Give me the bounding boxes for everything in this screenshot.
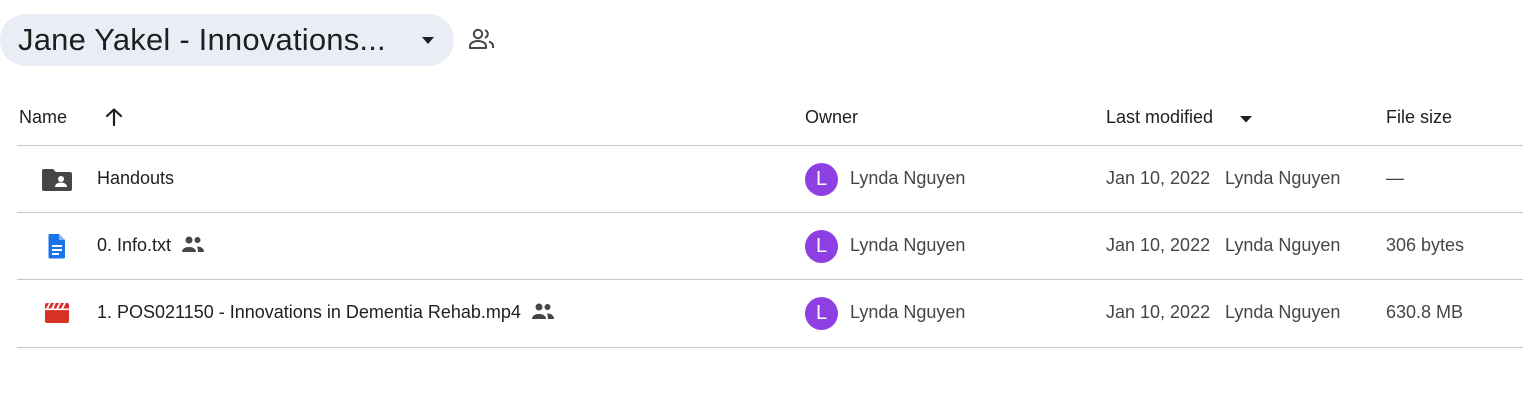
shared-people-icon <box>531 303 554 319</box>
file-name: Handouts <box>97 168 175 188</box>
file-name-wrapper: 1. POS021150 - Innovations in Dementia R… <box>97 302 555 323</box>
modified-by: Lynda Nguyen <box>1225 302 1341 322</box>
file-size: — <box>1386 168 1404 188</box>
file-name: 0. Info.txt <box>97 235 172 255</box>
shared-people-icon <box>182 236 205 252</box>
column-header-last-modified[interactable]: Last modified <box>1106 107 1213 128</box>
avatar: L <box>805 297 838 330</box>
video-icon <box>45 302 69 323</box>
column-header-name[interactable]: Name <box>19 107 67 128</box>
column-header-owner[interactable]: Owner <box>805 107 858 128</box>
file-name: 1. POS021150 - Innovations in Dementia R… <box>97 302 521 322</box>
document-icon <box>48 234 65 259</box>
arrow-up-icon[interactable] <box>103 106 125 128</box>
modified-date: Jan 10, 2022 <box>1106 168 1211 188</box>
avatar: L <box>805 230 838 263</box>
shared-folder-icon <box>42 169 72 191</box>
arrow-drop-down-icon <box>422 37 434 44</box>
arrow-drop-down-icon[interactable] <box>1238 114 1254 124</box>
file-row-handouts[interactable]: Handouts L Lynda Nguyen Jan 10, 2022 Lyn… <box>17 146 1523 212</box>
file-name-wrapper: 0. Info.txt <box>97 235 205 256</box>
modified-by: Lynda Nguyen <box>1225 235 1341 255</box>
avatar: L <box>805 163 838 196</box>
modified-by: Lynda Nguyen <box>1225 168 1341 188</box>
file-size: 630.8 MB <box>1386 302 1464 322</box>
owner-name: Lynda Nguyen <box>850 235 966 255</box>
folder-title: Jane Yakel - Innovations... <box>18 22 386 57</box>
people-outline-icon[interactable] <box>468 27 496 51</box>
file-row-info-txt[interactable]: 0. Info.txt L Lynda Nguyen Jan 10, 2022 … <box>17 213 1523 279</box>
modified-date: Jan 10, 2022 <box>1106 235 1211 255</box>
file-size: 306 bytes <box>1386 235 1465 255</box>
row-divider <box>17 347 1523 348</box>
file-row-video-mp4[interactable]: 1. POS021150 - Innovations in Dementia R… <box>17 280 1523 346</box>
owner-name: Lynda Nguyen <box>850 168 966 188</box>
modified-date: Jan 10, 2022 <box>1106 302 1211 322</box>
owner-name: Lynda Nguyen <box>850 302 966 322</box>
column-header-file-size[interactable]: File size <box>1386 107 1452 128</box>
folder-title-dropdown[interactable]: Jane Yakel - Innovations... <box>0 14 454 66</box>
